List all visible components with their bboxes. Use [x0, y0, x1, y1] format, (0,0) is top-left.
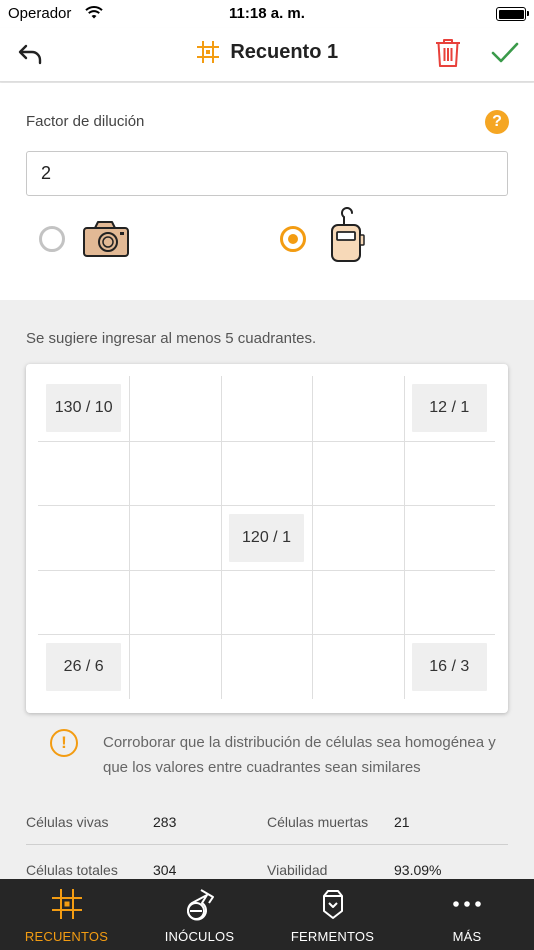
- dead-cells-label: Células muertas: [267, 814, 369, 830]
- grid-quadrant[interactable]: [129, 634, 220, 699]
- total-cells-value: 304: [153, 862, 177, 878]
- check-icon[interactable]: [490, 40, 520, 66]
- dilution-label: Factor de dilución: [26, 113, 145, 130]
- total-cells-label: Células totales: [26, 862, 118, 878]
- grid-quadrant[interactable]: [221, 441, 312, 506]
- grid-quadrant[interactable]: [38, 441, 129, 506]
- grid-quadrant[interactable]: [312, 441, 403, 506]
- dead-cells-value: 21: [394, 814, 410, 830]
- grid-quadrant[interactable]: [404, 570, 495, 635]
- grid-quadrant[interactable]: [221, 376, 312, 441]
- grid-quadrant[interactable]: [129, 441, 220, 506]
- settings-panel: Factor de dilución ?: [0, 83, 534, 300]
- grid-quadrant[interactable]: [129, 376, 220, 441]
- warning-icon: !: [50, 729, 78, 757]
- quadrant-value[interactable]: 130 / 10: [46, 384, 122, 433]
- navigation-bar: Recuento 1: [0, 28, 534, 82]
- tab-recuentos[interactable]: RECUENTOS: [0, 879, 133, 950]
- quadrant-value[interactable]: 16 / 3: [411, 642, 487, 691]
- grid-hash-icon: [196, 41, 219, 63]
- tab-inoculos[interactable]: INÓCULOS: [133, 879, 266, 950]
- grid-quadrant[interactable]: [38, 505, 129, 570]
- tab-label: FERMENTOS: [290, 929, 375, 944]
- viability-label: Viabilidad: [267, 862, 328, 878]
- live-cells-value: 283: [153, 814, 177, 830]
- grid-hash-icon: [51, 889, 82, 919]
- battery-icon: [496, 7, 529, 21]
- status-bar: Operador 11:18 a. m.: [0, 0, 534, 28]
- hand-counter-icon[interactable]: [326, 207, 366, 263]
- tab-bar: RECUENTOS INÓCULOS FERMENTOS MÁS: [0, 879, 534, 950]
- grid-quadrant[interactable]: [404, 505, 495, 570]
- flask-icon: [186, 889, 214, 921]
- grid-quadrant[interactable]: [312, 570, 403, 635]
- hand-counter-mode-radio[interactable]: [280, 226, 306, 252]
- more-dots-icon: [453, 901, 481, 907]
- live-cells-label: Células vivas: [26, 814, 109, 830]
- grid-quadrant[interactable]: [129, 505, 220, 570]
- trash-icon[interactable]: [434, 38, 462, 68]
- clock-time: 11:18 a. m.: [229, 5, 305, 22]
- grid-quadrant[interactable]: [221, 634, 312, 699]
- quadrant-value[interactable]: 26 / 6: [46, 642, 122, 691]
- page-title: Recuento 1: [230, 40, 339, 63]
- tab-label: MÁS: [452, 929, 482, 944]
- dilution-input[interactable]: [26, 151, 508, 196]
- camera-icon[interactable]: [82, 220, 130, 258]
- grid-quadrant[interactable]: [312, 376, 403, 441]
- tank-icon: [322, 890, 343, 919]
- counting-grid: 130 / 10 12 / 1 120 / 1 26 / 6 16 / 3: [26, 364, 508, 713]
- tab-label: INÓCULOS: [164, 929, 235, 944]
- grid-quadrant[interactable]: [312, 634, 403, 699]
- tab-label: RECUENTOS: [24, 929, 109, 944]
- stats-divider: [26, 844, 508, 845]
- help-icon[interactable]: ?: [485, 110, 509, 134]
- grid-quadrant[interactable]: [38, 570, 129, 635]
- quadrant-hint: Se sugiere ingresar al menos 5 cuadrante…: [26, 330, 317, 347]
- warning-text: Corroborar que la distribución de célula…: [103, 734, 496, 776]
- quadrant-value[interactable]: 120 / 1: [229, 513, 304, 562]
- grid-quadrant[interactable]: [404, 441, 495, 506]
- quadrant-value[interactable]: 12 / 1: [411, 384, 487, 433]
- camera-mode-radio[interactable]: [39, 226, 65, 252]
- grid-quadrant[interactable]: [312, 505, 403, 570]
- tab-fermentos[interactable]: FERMENTOS: [266, 879, 399, 950]
- viability-value: 93.09%: [394, 862, 442, 878]
- grid-quadrant[interactable]: [129, 570, 220, 635]
- tab-mas[interactable]: MÁS: [400, 879, 534, 950]
- grid-quadrant[interactable]: [221, 570, 312, 635]
